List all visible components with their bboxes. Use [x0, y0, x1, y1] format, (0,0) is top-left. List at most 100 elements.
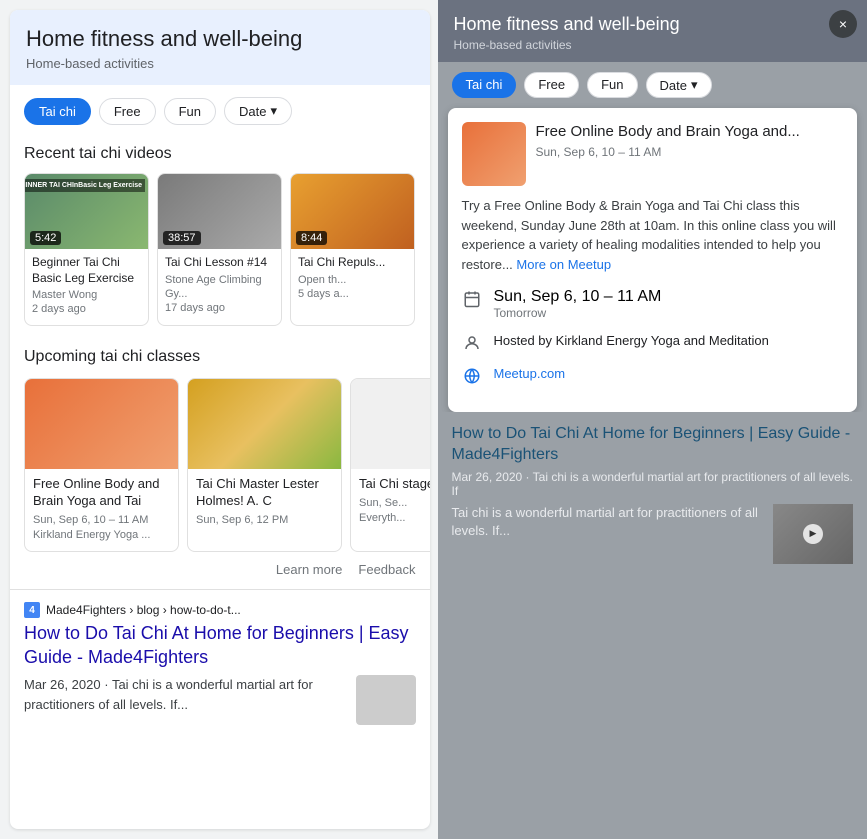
right-filter-tai-chi[interactable]: Tai chi — [452, 72, 517, 98]
right-result-meta: Mar 26, 2020 · Tai chi is a wonderful ma… — [452, 470, 854, 498]
videos-section-title: Recent tai chi videos — [10, 137, 430, 173]
class-date-1: Sun, Sep 6, 10 – 11 AM — [33, 513, 170, 528]
event-detail-website-row: Meetup.com — [462, 365, 844, 386]
event-card-expanded: Free Online Body and Brain Yoga and... S… — [448, 108, 858, 412]
feedback-link[interactable]: Feedback — [358, 562, 415, 577]
right-result-text: Tai chi is a wonderful martial art for p… — [452, 504, 764, 564]
class-info-3: Tai Chi stages Sun, Se... Everyth... — [351, 469, 430, 535]
video-card-1[interactable]: 5:42 Beginner Tai Chi Basic Leg Exercise… — [24, 173, 149, 326]
class-thumb-2 — [188, 379, 341, 469]
classes-section-title: Upcoming tai chi classes — [10, 340, 430, 376]
event-card-header-info: Free Online Body and Brain Yoga and... S… — [536, 122, 844, 186]
class-thumb-1 — [25, 379, 178, 469]
right-subtitle: Home-based activities — [454, 38, 852, 52]
video-title-1: Beginner Tai Chi Basic Leg Exercise — [32, 255, 141, 286]
right-filter-free[interactable]: Free — [524, 72, 579, 98]
video-channel-1: Master Wong — [32, 288, 141, 302]
class-date-2: Sun, Sep 6, 12 PM — [196, 513, 333, 528]
video-card-3[interactable]: 8:44 Tai Chi Repuls... Open th... 5 days… — [290, 173, 415, 326]
class-title-1: Free Online Body and Brain Yoga and Tai — [33, 476, 170, 510]
right-panel: Home fitness and well-being Home-based a… — [438, 0, 867, 839]
event-card-thumbnail — [462, 122, 526, 186]
event-website-text[interactable]: Meetup.com — [494, 365, 566, 383]
video-thumb-1: 5:42 — [25, 174, 148, 249]
person-icon — [462, 333, 482, 353]
video-title-2: Tai Chi Lesson #14 — [165, 255, 274, 271]
video-card-2[interactable]: 38:57 Tai Chi Lesson #14 Stone Age Climb… — [157, 173, 282, 326]
result-favicon: 4 — [24, 602, 40, 618]
class-info-2: Tai Chi Master Lester Holmes! A. C Sun, … — [188, 469, 341, 536]
event-date-sub: Tomorrow — [494, 306, 662, 320]
filter-free[interactable]: Free — [99, 98, 156, 125]
play-icon: ▶ — [803, 524, 823, 544]
class-card-3[interactable]: Tai Chi stages Sun, Se... Everyth... — [350, 378, 430, 553]
video-info-3: Tai Chi Repuls... Open th... 5 days a... — [291, 249, 414, 309]
filter-row: Tai chi Free Fun Date ▾ — [10, 85, 430, 137]
class-date-3: Sun, Se... — [359, 496, 430, 511]
event-host-text: Hosted by Kirkland Energy Yoga and Medit… — [494, 332, 769, 350]
event-date-text: Sun, Sep 6, 10 – 11 AM — [494, 288, 662, 306]
result-breadcrumb: Made4Fighters › blog › how-to-do-t... — [46, 603, 241, 617]
class-venue-3: Everyth... — [359, 511, 430, 526]
event-detail-date: Sun, Sep 6, 10 – 11 AM Tomorrow — [494, 288, 662, 320]
search-result: 4 Made4Fighters › blog › how-to-do-t... … — [10, 589, 430, 737]
video-thumb-2: 38:57 — [158, 174, 281, 249]
right-filter-row: Tai chi Free Fun Date ▾ — [438, 62, 867, 108]
video-row: 5:42 Beginner Tai Chi Basic Leg Exercise… — [10, 173, 430, 326]
class-info-1: Free Online Body and Brain Yoga and Tai … — [25, 469, 178, 552]
class-thumb-3 — [351, 379, 430, 469]
learn-more-link[interactable]: Learn more — [276, 562, 342, 577]
chevron-down-icon: ▾ — [270, 103, 277, 119]
right-result-snippet-row: Tai chi is a wonderful martial art for p… — [452, 504, 854, 564]
event-card-header: Free Online Body and Brain Yoga and... S… — [462, 122, 844, 186]
result-date: Mar 26, 2020 — [24, 677, 101, 692]
classes-row: Free Online Body and Brain Yoga and Tai … — [10, 378, 430, 553]
result-snippet: Mar 26, 2020 · Tai chi is a wonderful ma… — [24, 675, 346, 714]
filter-tai-chi[interactable]: Tai chi — [24, 98, 91, 125]
left-subtitle: Home-based activities — [26, 56, 414, 71]
video-info-1: Beginner Tai Chi Basic Leg Exercise Mast… — [25, 249, 148, 325]
video-title-3: Tai Chi Repuls... — [298, 255, 407, 271]
filter-date[interactable]: Date ▾ — [224, 97, 292, 125]
result-title[interactable]: How to Do Tai Chi At Home for Beginners … — [24, 622, 416, 669]
event-card-title: Free Online Body and Brain Yoga and... — [536, 122, 844, 142]
event-detail-date-row: Sun, Sep 6, 10 – 11 AM Tomorrow — [462, 288, 844, 320]
right-header: Home fitness and well-being Home-based a… — [438, 0, 867, 62]
event-card-time: Sun, Sep 6, 10 – 11 AM — [536, 145, 844, 159]
class-title-2: Tai Chi Master Lester Holmes! A. C — [196, 476, 333, 510]
left-panel: Home fitness and well-being Home-based a… — [10, 10, 430, 829]
video-duration-2: 38:57 — [163, 231, 201, 245]
video-info-2: Tai Chi Lesson #14 Stone Age Climbing Gy… — [158, 249, 281, 323]
video-thumb-3: 8:44 — [291, 174, 414, 249]
event-detail-host-row: Hosted by Kirkland Energy Yoga and Medit… — [462, 332, 844, 353]
class-card-1[interactable]: Free Online Body and Brain Yoga and Tai … — [24, 378, 179, 553]
right-filter-fun[interactable]: Fun — [587, 72, 637, 98]
class-title-3: Tai Chi stages — [359, 476, 430, 493]
right-bottom: How to Do Tai Chi At Home for Beginners … — [438, 412, 867, 576]
video-channel-3: Open th... — [298, 273, 407, 287]
result-image — [356, 675, 416, 725]
right-result-image: ▶ — [773, 504, 853, 564]
class-venue-1: Kirkland Energy Yoga ... — [33, 528, 170, 543]
close-button[interactable]: × — [829, 10, 857, 38]
video-age-3: 5 days a... — [298, 287, 407, 301]
left-title: Home fitness and well-being — [26, 26, 414, 52]
result-source: 4 Made4Fighters › blog › how-to-do-t... — [24, 602, 416, 618]
event-card-description: Try a Free Online Body & Brain Yoga and … — [462, 196, 844, 274]
video-age-2: 17 days ago — [165, 301, 274, 315]
right-filter-date[interactable]: Date ▾ — [646, 72, 712, 98]
video-duration-3: 8:44 — [296, 231, 327, 245]
chevron-down-icon: ▾ — [691, 77, 698, 93]
result-snippet-row: Mar 26, 2020 · Tai chi is a wonderful ma… — [24, 675, 416, 725]
video-channel-2: Stone Age Climbing Gy... — [165, 273, 274, 302]
class-card-2[interactable]: Tai Chi Master Lester Holmes! A. C Sun, … — [187, 378, 342, 553]
more-on-meetup-link[interactable]: More on Meetup — [516, 257, 611, 272]
right-result-title[interactable]: How to Do Tai Chi At Home for Beginners … — [452, 424, 854, 466]
filter-fun[interactable]: Fun — [164, 98, 216, 125]
video-age-1: 2 days ago — [32, 302, 141, 316]
left-header: Home fitness and well-being Home-based a… — [10, 10, 430, 85]
right-title: Home fitness and well-being — [454, 14, 852, 35]
globe-icon — [462, 366, 482, 386]
action-row: Learn more Feedback — [10, 552, 430, 589]
video-duration-1: 5:42 — [30, 231, 61, 245]
